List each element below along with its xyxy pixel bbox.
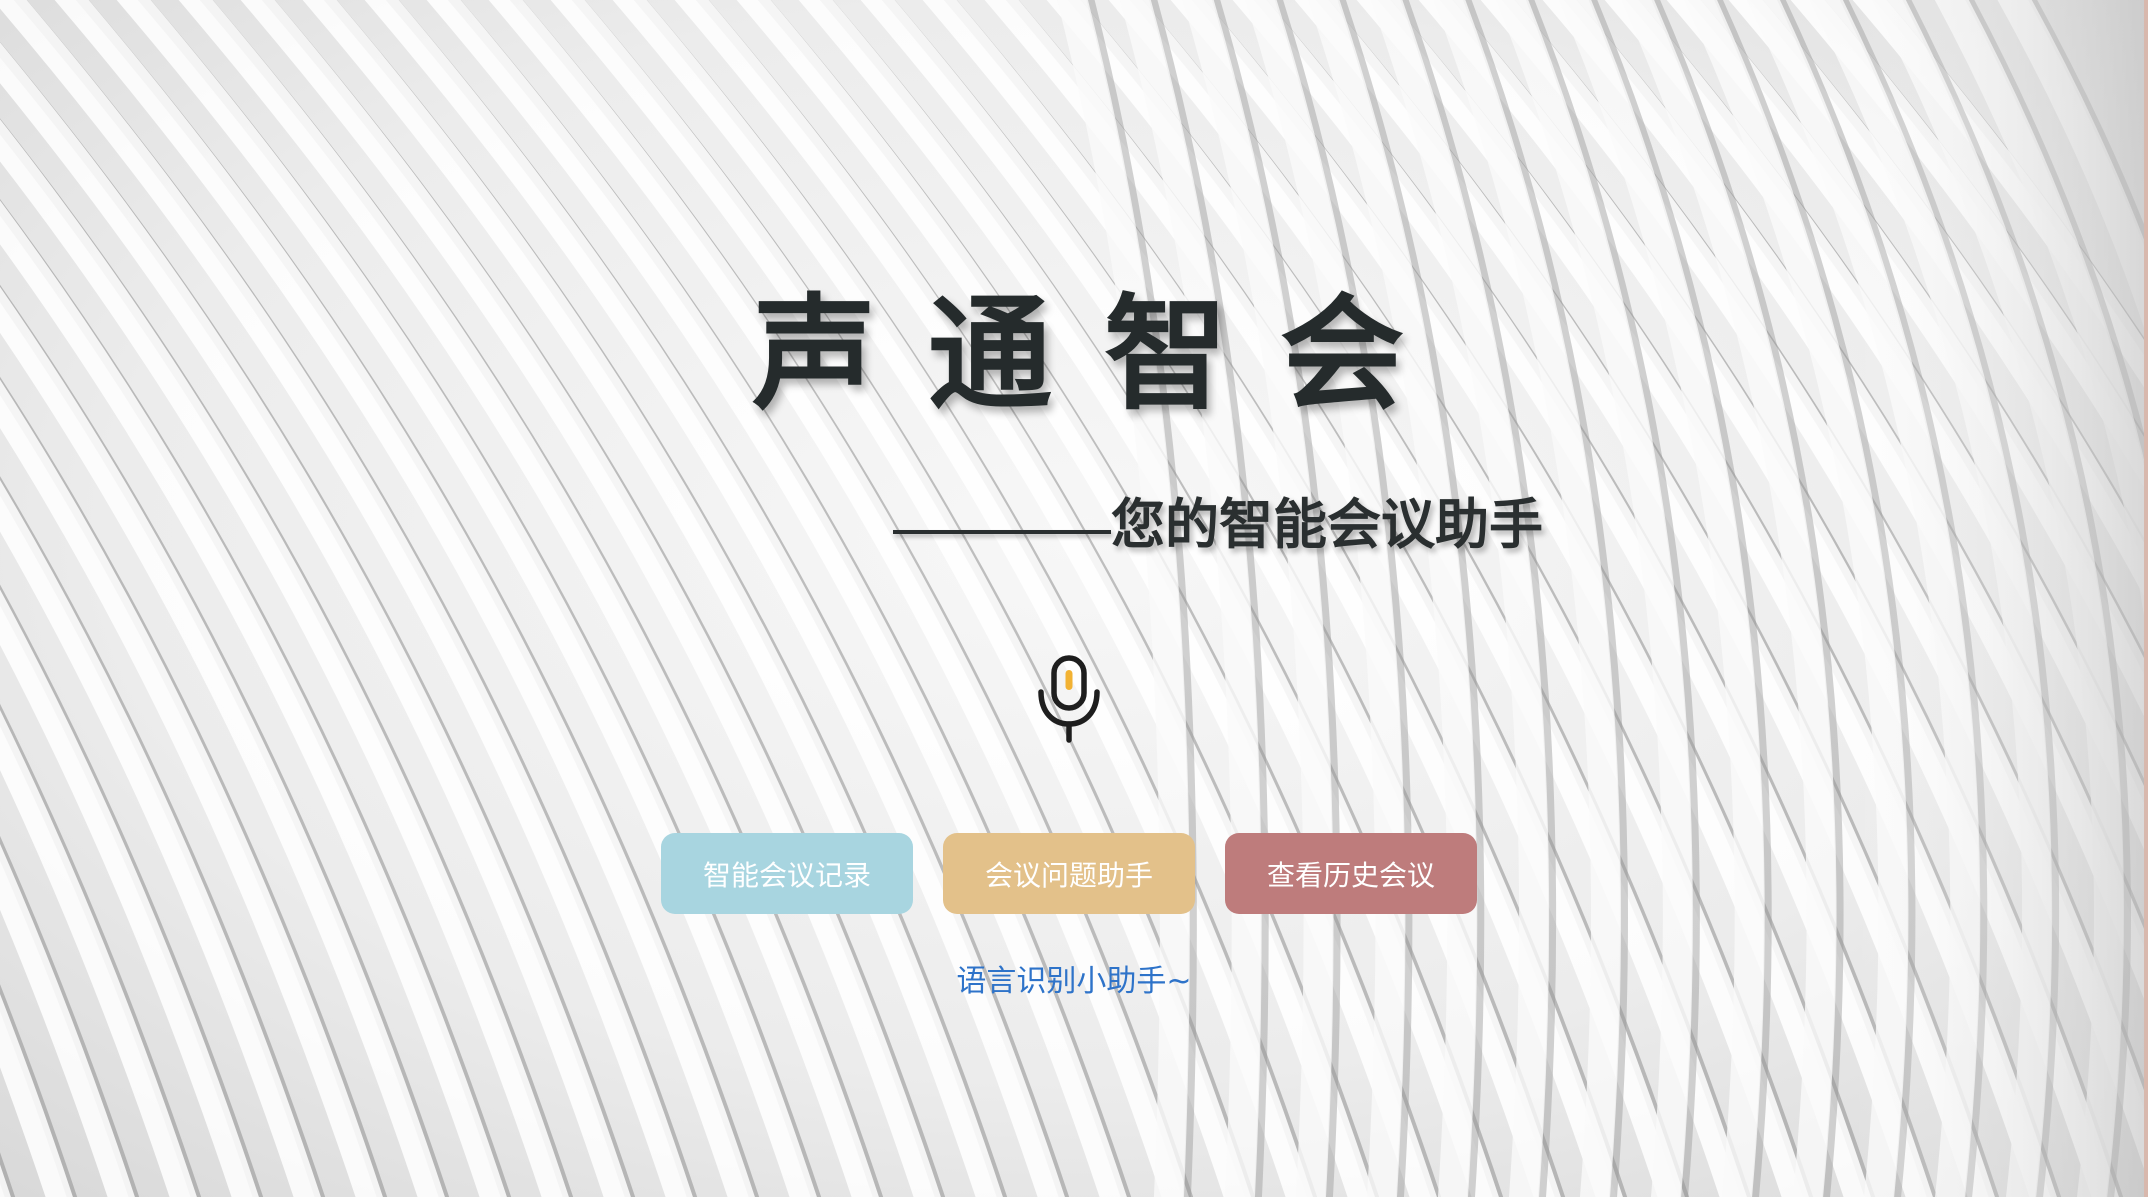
- meeting-qa-assistant-button[interactable]: 会议问题助手: [943, 833, 1195, 914]
- right-edge-border: [2144, 0, 2148, 1197]
- app-title: 声通智会: [751, 283, 1456, 427]
- view-history-meetings-button[interactable]: 查看历史会议: [1225, 833, 1477, 914]
- landing-page: 声通智会 您的智能会议助手 智能会议记录 会议问题助手 查看历史会议 语言识别小…: [0, 0, 2148, 1197]
- app-subtitle: 您的智能会议助手: [1111, 493, 1543, 556]
- microphone-icon[interactable]: [1035, 654, 1103, 744]
- speech-recognition-helper-link[interactable]: 语言识别小助手~: [0, 960, 2148, 1004]
- subtitle-row: 您的智能会议助手: [893, 490, 1543, 560]
- background-architecture-image: [0, 0, 2148, 1197]
- smart-meeting-record-button[interactable]: 智能会议记录: [661, 833, 913, 914]
- subtitle-dash-line: [893, 530, 1111, 534]
